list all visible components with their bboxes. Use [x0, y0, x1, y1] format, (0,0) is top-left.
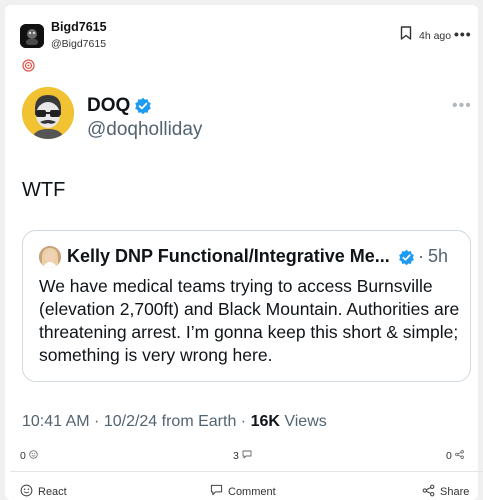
quoted-verified-badge-icon: [398, 249, 415, 266]
verified-badge-icon: [134, 97, 152, 115]
share-button[interactable]: Share: [422, 484, 469, 500]
divider: [10, 471, 483, 472]
quoted-author-name: Kelly DNP Functional/Integrative Me...: [67, 246, 390, 266]
tweet-text: WTF: [22, 179, 66, 201]
views-label: Views: [279, 413, 327, 430]
author-handle: @Bigd7615: [51, 38, 107, 50]
comment-bubble-icon: [242, 450, 252, 462]
post-card: Bigd7615 @Bigd7615 4h ago ••• DOQ @doqho…: [5, 5, 483, 500]
author-name[interactable]: Bigd7615: [51, 20, 107, 34]
source-icon: [22, 59, 35, 72]
comment-bubble-icon: [210, 484, 223, 499]
quoted-separator: ·: [418, 246, 424, 266]
views-count: 16K: [250, 413, 280, 430]
share-label: Share: [440, 486, 470, 498]
post-time: 4h ago: [419, 30, 452, 42]
react-label: React: [38, 486, 67, 498]
tweet-author-name[interactable]: DOQ: [87, 95, 130, 117]
tweet-author-handle: @doqholliday: [87, 119, 203, 140]
react-button[interactable]: React: [20, 484, 67, 500]
quoted-author-avatar: [39, 246, 61, 268]
smiley-icon: [20, 484, 33, 500]
tweet-timestamp: 10:41 AM · 10/2/24 from Earth ·: [22, 413, 251, 430]
reaction-count: 0: [20, 450, 38, 462]
quoted-tweet[interactable]: Kelly DNP Functional/Integrative Me... ·…: [22, 230, 471, 382]
comment-count: 3: [233, 450, 252, 462]
author-avatar[interactable]: [20, 24, 44, 48]
tweet-avatar[interactable]: [22, 87, 74, 139]
reaction-count-value: 0: [20, 450, 26, 462]
comment-count-value: 3: [233, 450, 239, 462]
comment-label: Comment: [228, 485, 276, 498]
share-count-value: 0: [446, 450, 452, 462]
tweet-more-icon[interactable]: •••: [452, 97, 472, 115]
tweet-meta: 10:41 AM · 10/2/24 from Earth · 16K View…: [22, 413, 327, 431]
more-options-icon[interactable]: •••: [454, 26, 472, 42]
share-small-icon: [454, 450, 464, 462]
bookmark-icon[interactable]: [400, 26, 412, 40]
comment-button[interactable]: Comment: [210, 484, 276, 499]
quoted-time: 5h: [428, 246, 449, 266]
share-icon: [422, 484, 435, 500]
quoted-tweet-text: We have medical teams trying to access B…: [39, 276, 460, 365]
smiley-icon: [29, 450, 38, 462]
share-count: 0: [446, 450, 464, 462]
